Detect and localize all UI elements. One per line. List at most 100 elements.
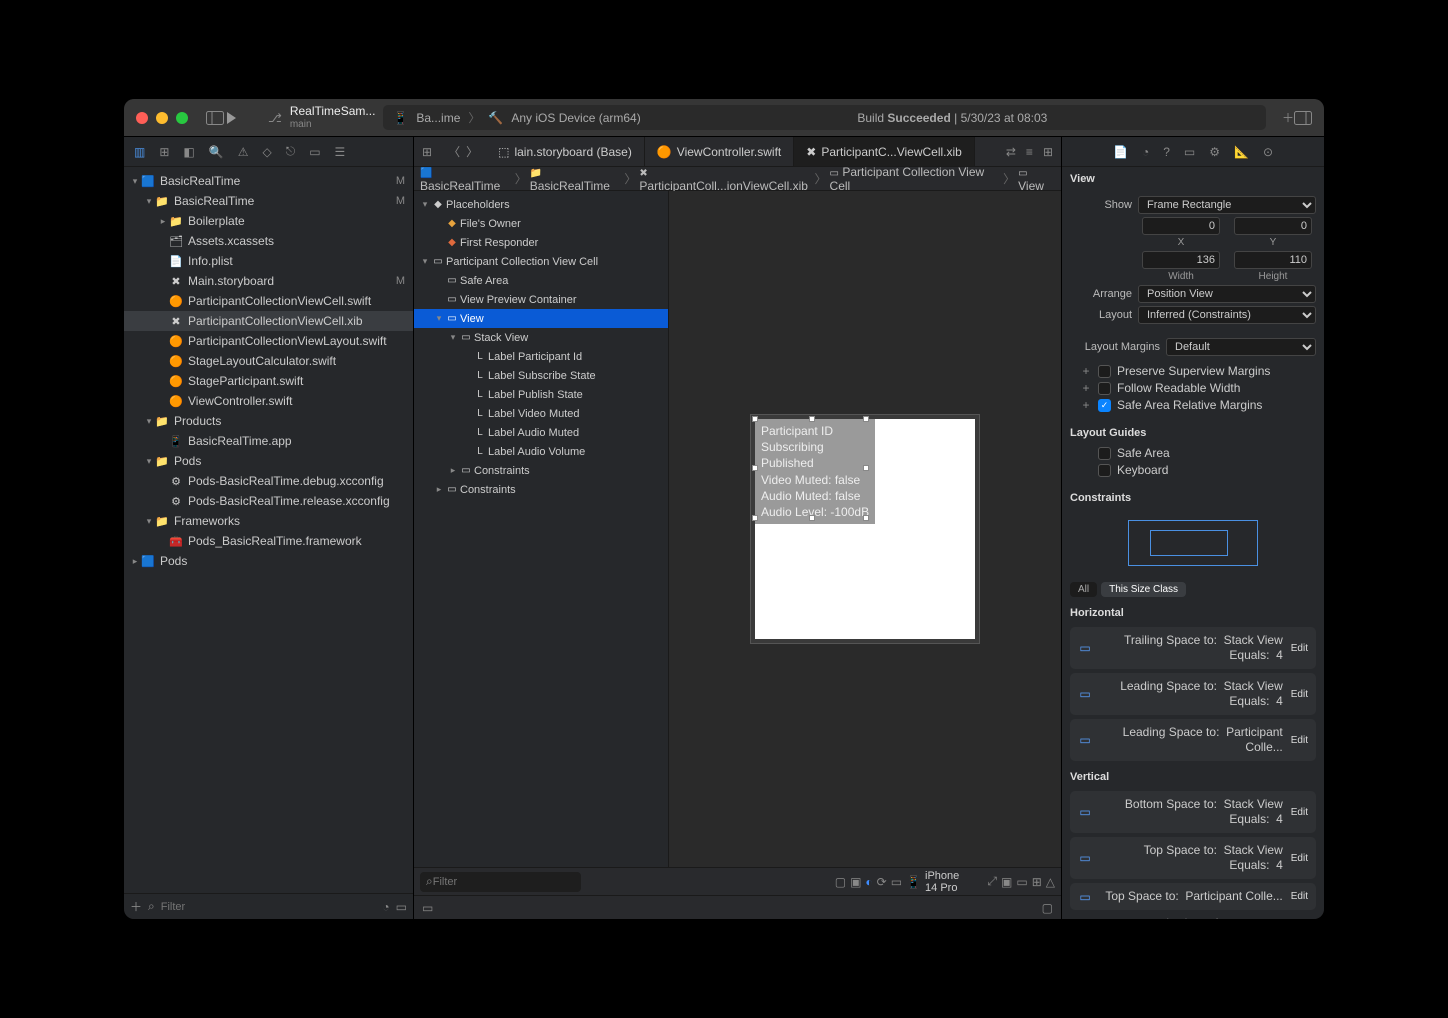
device-config-icon[interactable]: ▭ bbox=[891, 875, 902, 889]
jump-bar[interactable]: 🟦 BasicRealTime〉📁 BasicRealTime〉✖︎ Parti… bbox=[414, 167, 1061, 191]
scm-filter-icon[interactable]: ▭ bbox=[396, 900, 407, 914]
resolve-issues-icon[interactable]: △ bbox=[1046, 875, 1055, 889]
follow-readable-checkbox[interactable] bbox=[1098, 382, 1111, 395]
find-navigator-icon[interactable]: 🔍 bbox=[209, 145, 224, 159]
outline-item[interactable]: ▾▭View bbox=[414, 309, 668, 328]
nav-item[interactable]: 🧰Pods_BasicRealTime.framework bbox=[124, 531, 413, 551]
attributes-inspector-icon[interactable]: ⚙ bbox=[1209, 145, 1220, 159]
frame-height-input[interactable] bbox=[1234, 251, 1312, 269]
outline-item[interactable]: ▾▭Stack View bbox=[414, 328, 668, 347]
nav-item[interactable]: ⚙︎Pods-BasicRealTime.release.xcconfig bbox=[124, 491, 413, 511]
outline-item[interactable]: ▭Safe Area bbox=[414, 271, 668, 290]
editor-tab[interactable]: ⬚lain.storyboard (Base) bbox=[486, 137, 645, 166]
related-items-icon[interactable]: ⊞ bbox=[414, 145, 440, 159]
edit-constraint-button[interactable]: Edit bbox=[1291, 643, 1308, 654]
adjust-editor-icon[interactable]: ⇄ bbox=[1006, 145, 1016, 159]
project-navigator-tab-icon[interactable]: ▥ bbox=[134, 145, 145, 159]
source-control-navigator-icon[interactable]: ⊞ bbox=[159, 145, 169, 159]
nav-item[interactable]: ▾📁Pods bbox=[124, 451, 413, 471]
outline-item[interactable]: ◆File's Owner bbox=[414, 214, 668, 233]
embed-in-icon[interactable]: ▣ bbox=[1001, 875, 1012, 889]
jump-bar-segment[interactable]: ▭ View bbox=[1018, 165, 1055, 193]
help-inspector-icon[interactable]: ? bbox=[1163, 145, 1170, 159]
test-navigator-icon[interactable]: ◇ bbox=[262, 145, 271, 159]
pin-icon[interactable]: ⊞ bbox=[1032, 875, 1042, 889]
safe-area-margins-checkbox[interactable]: ✓ bbox=[1098, 399, 1111, 412]
editor-tab[interactable]: 🟠ViewController.swift bbox=[645, 137, 794, 166]
outline-item[interactable]: ▾▭Participant Collection View Cell bbox=[414, 252, 668, 271]
activity-status[interactable]: 📱 Ba...ime 〉 🔨 Any iOS Device (arm64) Bu… bbox=[383, 105, 1266, 130]
connections-inspector-icon[interactable]: ⊙ bbox=[1263, 145, 1273, 159]
edit-constraint-button[interactable]: Edit bbox=[1291, 735, 1308, 746]
outline-filter-input[interactable] bbox=[433, 876, 575, 888]
nav-item[interactable]: 🟠ParticipantCollectionViewLayout.swift bbox=[124, 331, 413, 351]
nav-item[interactable]: 📄Info.plist bbox=[124, 251, 413, 271]
constraint-item[interactable]: ▭Leading Space to: Stack ViewEquals: 4Ed… bbox=[1070, 673, 1316, 715]
nav-item[interactable]: 🟠StageParticipant.swift bbox=[124, 371, 413, 391]
layout-margins-select[interactable]: Default bbox=[1166, 338, 1316, 356]
nav-item[interactable]: 🗂Assets.xcassets bbox=[124, 231, 413, 251]
orientation-icon[interactable]: ⟳ bbox=[877, 875, 887, 889]
nav-item[interactable]: 🟠ViewController.swift bbox=[124, 391, 413, 411]
layout-select[interactable]: Inferred (Constraints) bbox=[1138, 306, 1316, 324]
outline-item[interactable]: LLabel Audio Muted bbox=[414, 423, 668, 442]
nav-item[interactable]: ✖︎Main.storyboardM bbox=[124, 271, 413, 291]
outline-item[interactable]: LLabel Publish State bbox=[414, 385, 668, 404]
outline-item[interactable]: ▸▭Constraints bbox=[414, 461, 668, 480]
debug-area-toggle-icon[interactable]: ▭ bbox=[422, 901, 433, 915]
edit-constraint-button[interactable]: Edit bbox=[1291, 689, 1308, 700]
canvas-layout-icon[interactable]: ▣ bbox=[850, 875, 861, 889]
nav-item[interactable]: 📱BasicRealTime.app bbox=[124, 431, 413, 451]
show-frame-select[interactable]: Frame Rectangle bbox=[1138, 196, 1316, 214]
minimize-window-button[interactable] bbox=[156, 112, 168, 124]
nav-item[interactable]: ✖︎ParticipantCollectionViewCell.xib bbox=[124, 311, 413, 331]
jump-bar-segment[interactable]: 📁 BasicRealTime bbox=[530, 165, 622, 193]
add-target-button[interactable]: ＋ bbox=[130, 898, 142, 915]
breakpoint-navigator-icon[interactable]: ▭ bbox=[309, 145, 320, 159]
outline-item[interactable]: ◆First Responder bbox=[414, 233, 668, 252]
constraint-item[interactable]: ▭Top Space to: Stack ViewEquals: 4Edit bbox=[1070, 837, 1316, 879]
editor-tab[interactable]: ✖︎ParticipantC...ViewCell.xib bbox=[794, 137, 975, 166]
outline-item[interactable]: LLabel Video Muted bbox=[414, 404, 668, 423]
file-inspector-icon[interactable]: 📄 bbox=[1113, 145, 1128, 159]
outline-item[interactable]: LLabel Subscribe State bbox=[414, 366, 668, 385]
jump-bar-segment[interactable]: 🟦 BasicRealTime bbox=[420, 165, 512, 193]
align-icon[interactable]: ▭ bbox=[1016, 875, 1027, 889]
canvas-appearance-icon[interactable]: ◐ bbox=[865, 875, 872, 889]
outline-item[interactable]: ▭View Preview Container bbox=[414, 290, 668, 309]
size-inspector-icon[interactable]: 📐 bbox=[1234, 145, 1249, 159]
edit-constraint-button[interactable]: Edit bbox=[1291, 807, 1308, 818]
project-root[interactable]: ▾🟦BasicRealTimeM bbox=[124, 171, 413, 191]
zoom-actual-icon[interactable]: ⤢ bbox=[987, 874, 997, 889]
add-editor-icon[interactable]: ⊞ bbox=[1043, 145, 1053, 159]
navigator-filter-input[interactable] bbox=[161, 901, 377, 913]
constraint-item[interactable]: ▭Top Space to: Participant Colle...Edit bbox=[1070, 883, 1316, 910]
constraint-item[interactable]: ▭Bottom Space to: Stack ViewEquals: 4Edi… bbox=[1070, 791, 1316, 833]
document-outline-toggle-icon[interactable]: ▢ bbox=[835, 875, 846, 889]
outline-item[interactable]: LLabel Participant Id bbox=[414, 347, 668, 366]
constraint-diagram[interactable] bbox=[1062, 508, 1324, 578]
arrange-select[interactable]: Position View bbox=[1138, 285, 1316, 303]
nav-item[interactable]: ⚙︎Pods-BasicRealTime.debug.xcconfig bbox=[124, 471, 413, 491]
nav-item[interactable]: ▾📁BasicRealTimeM bbox=[124, 191, 413, 211]
scope-this-size-class-tab[interactable]: This Size Class bbox=[1101, 582, 1186, 597]
nav-item[interactable]: ▸📁Boilerplate bbox=[124, 211, 413, 231]
nav-item[interactable]: ▾📁Products bbox=[124, 411, 413, 431]
variables-view-toggle-icon[interactable]: ▢ bbox=[1042, 901, 1053, 915]
nav-back-button[interactable]: 〈 bbox=[448, 143, 460, 160]
history-inspector-icon[interactable]: ◔ bbox=[1142, 145, 1149, 159]
nav-item[interactable]: ▸🟦Pods bbox=[124, 551, 413, 571]
jump-bar-segment[interactable]: ✖︎ ParticipantColl...ionViewCell.xib bbox=[639, 165, 811, 193]
identity-inspector-icon[interactable]: ▭ bbox=[1184, 145, 1195, 159]
edit-constraint-button[interactable]: Edit bbox=[1291, 891, 1308, 902]
nav-item[interactable]: 🟠ParticipantCollectionViewCell.swift bbox=[124, 291, 413, 311]
nav-forward-button[interactable]: 〉 bbox=[466, 143, 478, 160]
outline-item[interactable]: LLabel Audio Volume bbox=[414, 442, 668, 461]
frame-y-input[interactable] bbox=[1234, 217, 1312, 235]
interface-builder-canvas[interactable]: Participant IDSubscribingPublishedVideo … bbox=[669, 191, 1061, 867]
debug-navigator-icon[interactable]: ⎋ bbox=[286, 144, 296, 159]
frame-x-input[interactable] bbox=[1142, 217, 1220, 235]
report-navigator-icon[interactable]: ☰ bbox=[335, 145, 346, 159]
sidebar-toggle-icon[interactable] bbox=[206, 111, 224, 125]
nav-item[interactable]: ▾📁Frameworks bbox=[124, 511, 413, 531]
